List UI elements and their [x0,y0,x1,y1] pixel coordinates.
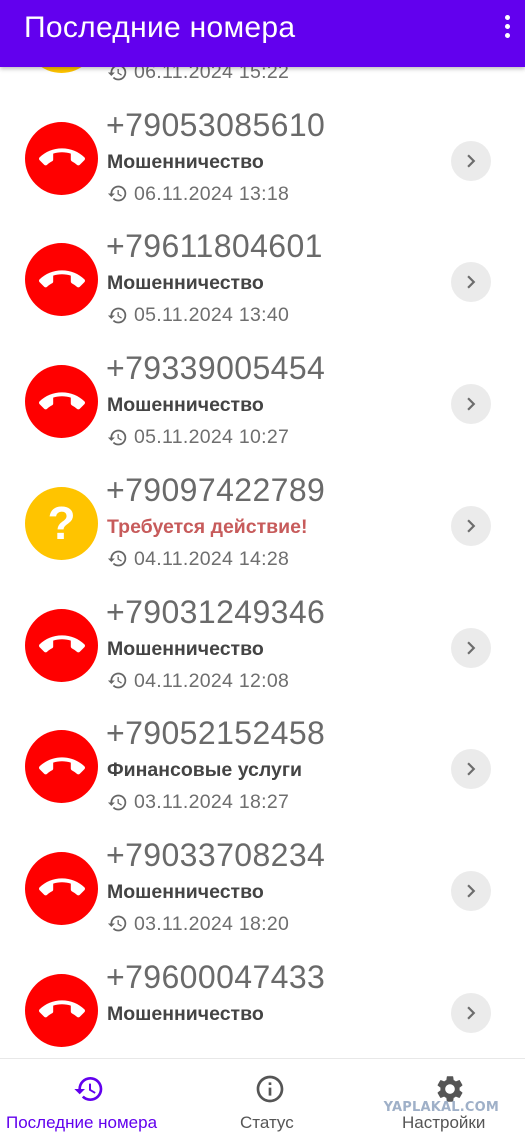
history-icon [107,672,127,689]
nav-label-recent-numbers: Последние номера [6,1113,158,1132]
call-list-item[interactable]: +79611804601 Мошенничество 05.11.2024 13:4… [0,219,525,341]
call-category: Мошенничество [107,637,264,660]
call-list-item[interactable]: +79600047433 Мошенничество [0,950,525,1060]
question-icon: ? [47,497,76,550]
hang-up-phone-icon [38,148,85,166]
nav-item-status[interactable]: Статус [200,1059,340,1138]
call-timestamp: 03.11.2024 18:20 [107,912,289,936]
call-list-item[interactable]: +79052152458 Финансовые услуги 03.11.2024 … [0,706,525,828]
chevron-right-icon [467,641,476,654]
call-time: 05.11.2024 10:27 [134,426,290,449]
open-details-button[interactable] [451,505,491,546]
call-time: 04.11.2024 14:28 [134,547,290,570]
call-time: 06.11.2024 13:18 [134,182,290,205]
chevron-right-icon [467,762,476,776]
phone-number: +79611804601 [106,228,323,265]
call-category: Мошенничество [107,1002,264,1025]
overflow-menu-icon[interactable] [495,10,519,42]
call-timestamp: 03.11.2024 18:27 [107,790,289,814]
call-timestamp: 04.11.2024 12:08 [107,669,289,693]
hang-up-phone-icon [38,635,85,653]
info-icon [256,1075,284,1103]
call-type-avatar: ? [25,486,98,560]
nav-item-settings[interactable]: Настройки [380,1059,525,1138]
call-list-item[interactable]: +79339005454 Мошенничество 05.11.2024 10:2… [0,341,525,463]
call-list-item[interactable]: +79053085610 Мошенничество 06.11.2024 13:1… [0,98,525,220]
call-time: 04.11.2024 12:08 [134,669,290,692]
history-icon [107,185,127,202]
nav-label-status: Статус [240,1113,294,1132]
history-icon [107,429,127,445]
call-type-avatar [25,730,98,804]
call-timestamp: 06.11.2024 13:18 [107,182,289,206]
call-list-item[interactable]: +79031249346 Мошенничество 04.11.2024 12:0… [0,585,525,707]
call-category: Мошенничество [107,150,264,173]
call-list-item[interactable]: ? +79097422789 Требуется действие! 04.11.20… [0,463,525,585]
open-details-button[interactable] [451,749,491,790]
open-details-button[interactable] [451,870,491,911]
open-details-button[interactable] [451,384,491,425]
open-details-button[interactable] [451,140,491,181]
chevron-right-icon [467,275,476,289]
phone-number: +79033708234 [106,836,326,873]
chevron-right-icon [467,397,476,411]
chevron-right-icon [467,884,476,898]
history-icon [74,1077,103,1101]
call-type-avatar [25,365,98,439]
chevron-right-icon [467,154,476,168]
phone-number: +79052152458 [106,715,326,752]
phone-number: +79053085610 [106,106,326,143]
call-category: Мошенничество [107,394,264,417]
call-time: 03.11.2024 18:20 [134,912,290,935]
call-type-avatar [25,608,98,682]
app-bar: Последние номера [0,0,525,67]
history-icon [107,550,127,567]
call-timestamp: 04.11.2024 14:28 [107,547,289,571]
call-category: Мошенничество [107,880,264,903]
history-icon [107,307,127,324]
hang-up-phone-icon [38,392,85,409]
phone-number: +79031249346 [106,593,326,630]
call-list-item[interactable]: +79033708234 Мошенничество 03.11.2024 18:2… [0,828,525,950]
recent-calls-list[interactable]: ?Требуется действие!06.11.2024 15:22+790… [0,0,525,1060]
phone-number: +79097422789 [106,471,326,508]
call-type-avatar [25,973,98,1047]
phone-number: +79339005454 [106,350,326,387]
chevron-right-icon [467,1006,476,1020]
call-type-avatar [25,121,98,195]
phone-number: +79600047433 [106,958,326,995]
bottom-navigation: Последние номера Статус Настройки [0,1058,525,1138]
nav-item-recent-numbers[interactable]: Последние номера [0,1059,180,1138]
open-details-button[interactable] [451,992,491,1033]
watermark: YAPLAKAL.COM [383,1100,499,1115]
call-time: 03.11.2024 18:27 [134,791,290,814]
call-timestamp: 05.11.2024 13:40 [107,303,289,327]
hang-up-phone-icon [38,270,85,288]
call-category: Требуется действие! [107,515,308,538]
history-icon [107,794,127,811]
call-timestamp: 05.11.2024 10:27 [107,425,289,449]
call-time: 05.11.2024 13:40 [134,304,290,327]
call-category: Финансовые услуги [107,759,302,782]
hang-up-phone-icon [38,757,85,775]
chevron-right-icon [467,519,476,533]
hang-up-phone-icon [38,878,85,896]
call-category: Мошенничество [107,272,264,295]
history-icon [107,916,127,932]
hang-up-phone-icon [38,1000,85,1018]
nav-label-settings: Настройки [402,1113,486,1132]
call-type-avatar [25,851,98,925]
call-type-avatar [25,243,98,317]
page-title: Последние номера [24,11,296,44]
open-details-button[interactable] [451,262,491,303]
open-details-button[interactable] [451,627,491,668]
